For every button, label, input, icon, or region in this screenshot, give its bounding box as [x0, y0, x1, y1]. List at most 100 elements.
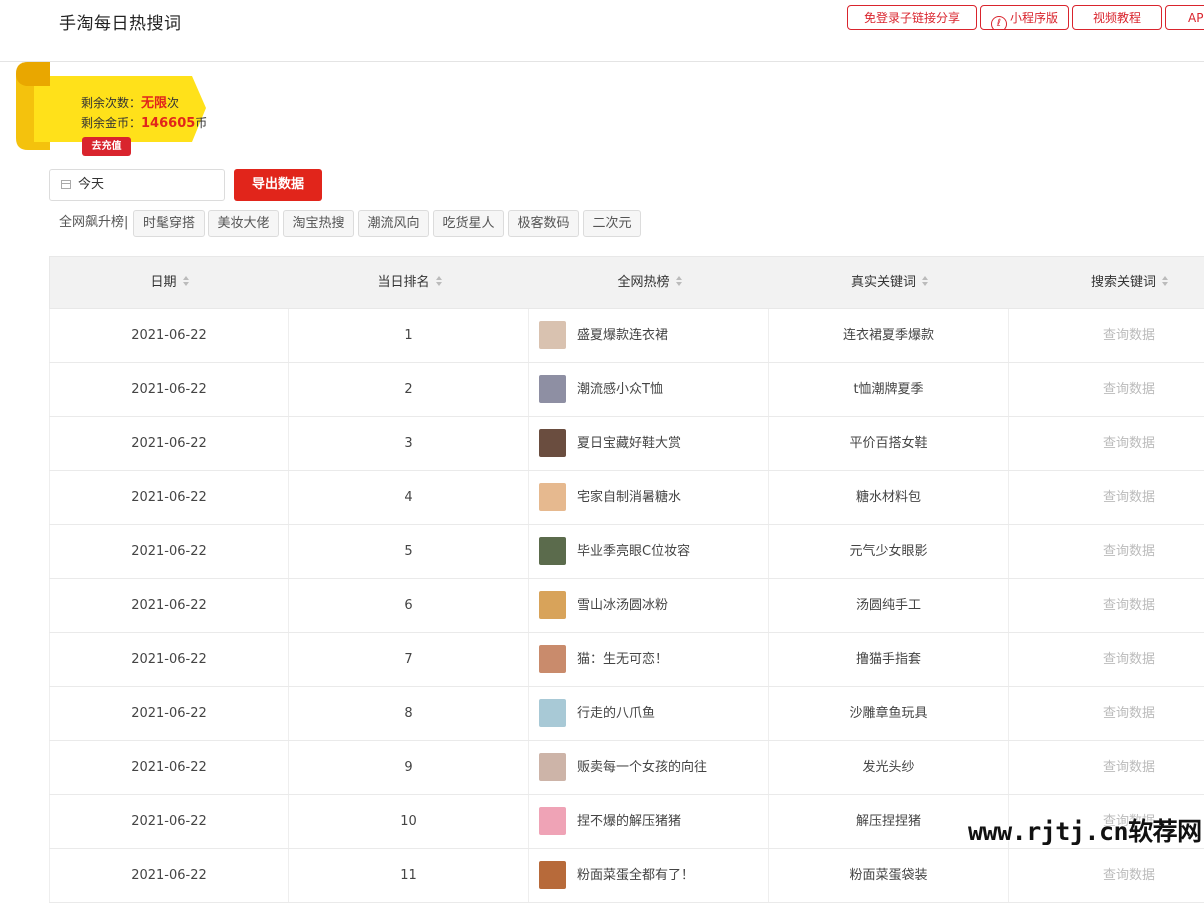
column-search-keyword-label: 搜索关键词: [1090, 275, 1156, 290]
query-data-link[interactable]: 查询数据: [1103, 760, 1155, 775]
cell-date: 2021-06-22: [49, 417, 289, 470]
cell-search-keyword: 查询数据: [1009, 471, 1204, 524]
product-thumbnail[interactable]: [539, 321, 566, 349]
query-data-link[interactable]: 查询数据: [1103, 598, 1155, 613]
sort-icon[interactable]: [435, 276, 443, 287]
cell-keyword: 平价百搭女鞋: [769, 417, 1009, 470]
tag-trend[interactable]: 潮流风向: [358, 210, 429, 237]
query-data-link[interactable]: 查询数据: [1103, 544, 1155, 559]
cell-search-keyword: 查询数据: [1009, 417, 1204, 470]
hot-topic-link[interactable]: 雪山冰汤圆冰粉: [577, 579, 668, 632]
column-date[interactable]: 日期: [50, 257, 290, 308]
table-row: 2021-06-22 5 毕业季亮眼C位妆容 元气少女眼影 查询数据: [49, 525, 1204, 579]
table-row: 2021-06-22 7 猫：生无可恋！ 撸猫手指套 查询数据: [49, 633, 1204, 687]
export-data-button[interactable]: 导出数据: [234, 169, 322, 201]
table-row: 2021-06-22 9 贩卖每一个女孩的向往 发光头纱 查询数据: [49, 741, 1204, 795]
hot-topic-link[interactable]: 宅家自制消暑糖水: [577, 471, 681, 524]
date-picker[interactable]: 今天: [49, 169, 225, 201]
tags-label: 全网飙升榜|: [59, 215, 129, 230]
date-value: 今天: [78, 177, 105, 192]
column-hot-label: 全网热榜: [617, 275, 670, 290]
sort-icon[interactable]: [675, 276, 683, 287]
sort-icon[interactable]: [1162, 276, 1169, 287]
tag-digital[interactable]: 极客数码: [508, 210, 579, 237]
mini-program-button[interactable]: ℓ 小程序版: [980, 5, 1069, 30]
column-rank-label: 当日排名: [377, 275, 430, 290]
hot-topic-link[interactable]: 盛夏爆款连衣裙: [577, 309, 668, 362]
cell-date: 2021-06-22: [49, 525, 289, 578]
calendar-icon: [61, 180, 71, 189]
hot-topic-link[interactable]: 行走的八爪鱼: [577, 687, 655, 740]
tag-foodie[interactable]: 吃货星人: [433, 210, 504, 237]
cell-keyword: 汤圆纯手工: [769, 579, 1009, 632]
tag-anime[interactable]: 二次元: [583, 210, 641, 237]
sort-icon[interactable]: [922, 276, 929, 287]
hot-topic-link[interactable]: 贩卖每一个女孩的向往: [577, 741, 707, 794]
cell-hot: 捏不爆的解压猪猪: [529, 795, 769, 848]
product-thumbnail[interactable]: [539, 483, 566, 511]
tag-fashion[interactable]: 时髦穿搭: [133, 210, 205, 237]
video-tutorial-button[interactable]: 视频教程: [1072, 5, 1162, 30]
cell-keyword: 连衣裙夏季爆款: [769, 309, 1009, 362]
share-link-button[interactable]: 免登录子链接分享: [847, 5, 977, 30]
product-thumbnail[interactable]: [539, 753, 566, 781]
hot-topic-link[interactable]: 毕业季亮眼C位妆容: [577, 525, 690, 578]
hot-topic-link[interactable]: 猫：生无可恋！: [577, 633, 668, 686]
tag-beauty[interactable]: 美妆大佬: [208, 210, 279, 237]
column-hot[interactable]: 全网热榜: [530, 257, 770, 308]
cell-rank: 8: [289, 687, 529, 740]
cell-hot: 猫：生无可恋！: [529, 633, 769, 686]
column-search-keyword[interactable]: 搜索关键词: [1010, 257, 1204, 308]
query-data-link[interactable]: 查询数据: [1103, 490, 1155, 505]
account-ribbon: 剩余次数：无限次 剩余金币：146605币 去充值: [16, 62, 207, 156]
mini-program-icon: ℓ: [990, 16, 1007, 29]
column-keyword[interactable]: 真实关键词: [770, 257, 1010, 308]
cell-date: 2021-06-22: [49, 687, 289, 740]
cell-search-keyword: 查询数据: [1009, 309, 1204, 362]
tag-taobao-hot[interactable]: 淘宝热搜: [283, 210, 354, 237]
coins-label: 剩余金币：: [81, 116, 142, 130]
cell-keyword: t恤潮牌夏季: [769, 363, 1009, 416]
query-data-link[interactable]: 查询数据: [1103, 436, 1155, 451]
table-row: 2021-06-22 11 粉面菜蛋全都有了！ 粉面菜蛋袋装 查询数据: [49, 849, 1204, 903]
cell-rank: 5: [289, 525, 529, 578]
column-keyword-label: 真实关键词: [850, 275, 916, 290]
hot-topic-link[interactable]: 捏不爆的解压猪猪: [577, 795, 681, 848]
product-thumbnail[interactable]: [539, 645, 566, 673]
column-rank[interactable]: 当日排名: [290, 257, 530, 308]
cell-date: 2021-06-22: [49, 363, 289, 416]
api-button[interactable]: API: [1165, 5, 1204, 30]
cell-hot: 宅家自制消暑糖水: [529, 471, 769, 524]
sort-icon[interactable]: [182, 276, 190, 287]
table-row: 2021-06-22 8 行走的八爪鱼 沙雕章鱼玩具 查询数据: [49, 687, 1204, 741]
table-row: 2021-06-22 2 潮流感小众T恤 t恤潮牌夏季 查询数据: [49, 363, 1204, 417]
cell-date: 2021-06-22: [49, 741, 289, 794]
cell-rank: 7: [289, 633, 529, 686]
table-row: 2021-06-22 3 夏日宝藏好鞋大赏 平价百搭女鞋 查询数据: [49, 417, 1204, 471]
top-header: 手淘每日热搜词 免登录子链接分享 ℓ小程序版 视频教程 API: [0, 0, 1204, 62]
coins-value: 146605: [141, 116, 196, 131]
query-data-link[interactable]: 查询数据: [1103, 706, 1155, 721]
cell-date: 2021-06-22: [49, 633, 289, 686]
product-thumbnail[interactable]: [539, 699, 566, 727]
product-thumbnail[interactable]: [539, 807, 566, 835]
cell-date: 2021-06-22: [49, 579, 289, 632]
product-thumbnail[interactable]: [539, 591, 566, 619]
hot-topic-link[interactable]: 夏日宝藏好鞋大赏: [577, 417, 681, 470]
cell-rank: 10: [289, 795, 529, 848]
query-data-link[interactable]: 查询数据: [1103, 652, 1155, 667]
product-thumbnail[interactable]: [539, 861, 566, 889]
cell-search-keyword: 查询数据: [1009, 633, 1204, 686]
query-data-link[interactable]: 查询数据: [1103, 382, 1155, 397]
remaining-times-label: 剩余次数：: [81, 96, 142, 110]
cell-date: 2021-06-22: [49, 309, 289, 362]
query-data-link[interactable]: 查询数据: [1103, 328, 1155, 343]
product-thumbnail[interactable]: [539, 375, 566, 403]
hot-topic-link[interactable]: 潮流感小众T恤: [577, 363, 663, 416]
table-header: 日期 当日排名 全网热榜 真实关键词 搜索关键词: [49, 256, 1204, 309]
table-row: 2021-06-22 6 雪山冰汤圆冰粉 汤圆纯手工 查询数据: [49, 579, 1204, 633]
product-thumbnail[interactable]: [539, 429, 566, 457]
cell-search-keyword: 查询数据: [1009, 525, 1204, 578]
recharge-button[interactable]: 去充值: [82, 137, 131, 156]
product-thumbnail[interactable]: [539, 537, 566, 565]
